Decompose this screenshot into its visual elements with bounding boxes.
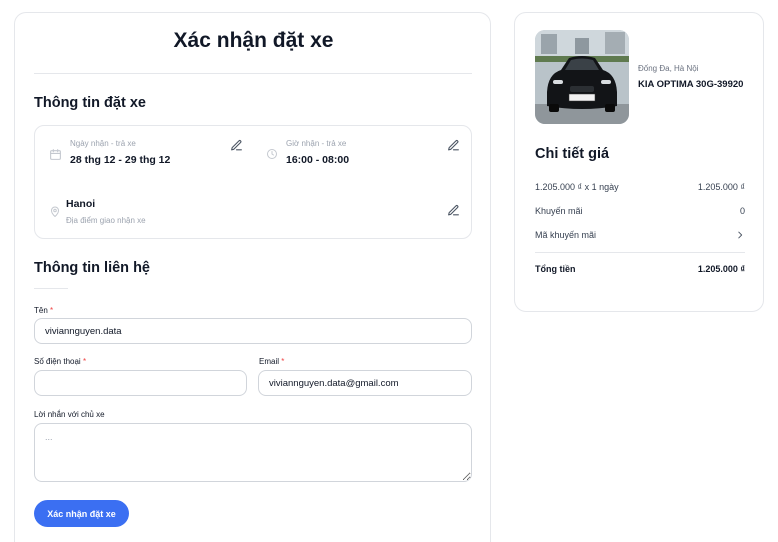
total-value: 1.205.000 ₫ — [697, 264, 745, 274]
required-mark: * — [281, 357, 285, 366]
calendar-icon — [48, 147, 62, 161]
booking-details-box: Ngày nhận - trả xe 28 thg 12 - 29 thg 12… — [34, 125, 472, 239]
delivery-location-field: Hanoi Địa điểm giao nhận xe — [66, 198, 146, 225]
required-mark: * — [82, 357, 87, 366]
price-divider — [535, 252, 745, 253]
price-summary-card: Đống Đa, Hà Nội KIA OPTIMA 30G-39920 Chi… — [514, 12, 764, 312]
email-label: Email * — [259, 357, 285, 366]
price-row-daily: 1.205.000 ₫ x 1 ngày 1.205.000 ₫ — [535, 182, 745, 192]
location-pin-icon — [48, 204, 62, 218]
booking-section-title: Thông tin đặt xe — [34, 95, 146, 111]
confirm-booking-button[interactable]: Xác nhận đặt xe — [34, 500, 129, 527]
car-location: Đống Đa, Hà Nội — [638, 64, 699, 73]
promo-code-row[interactable]: Mã khuyến mãi — [535, 230, 745, 240]
chevron-right-icon — [735, 230, 745, 240]
booking-confirmation-card: Xác nhận đặt xe Thông tin đặt xe Ngày nh… — [14, 12, 491, 542]
pickup-time-label: Giờ nhận - trả xe — [286, 139, 347, 148]
promo-code-label: Mã khuyến mãi — [535, 230, 597, 240]
car-name: KIA OPTIMA 30G-39920 — [638, 79, 744, 90]
message-textarea[interactable] — [34, 423, 472, 482]
price-row-discount: Khuyến mãi 0 — [535, 206, 745, 216]
delivery-location-value: Hanoi — [66, 198, 96, 210]
pickup-date-value: 28 thg 12 - 29 thg 12 — [70, 154, 171, 166]
phone-label: Số điện thoại * — [34, 357, 87, 366]
price-details-title: Chi tiết giá — [535, 146, 610, 162]
title-divider — [34, 73, 472, 74]
name-input[interactable] — [34, 318, 472, 344]
discount-value: 0 — [739, 206, 745, 216]
daily-rate-label: 1.205.000 ₫ x 1 ngày — [535, 182, 619, 192]
price-row-total: Tổng tiền 1.205.000 ₫ — [535, 264, 745, 274]
edit-date-icon[interactable] — [228, 137, 244, 153]
phone-input[interactable] — [34, 370, 247, 396]
message-label: Lời nhắn với chủ xe — [34, 410, 105, 419]
name-label: Tên * — [34, 306, 54, 315]
clock-icon — [265, 147, 279, 161]
page-title: Xác nhận đặt xe — [173, 29, 334, 52]
delivery-location-label: Địa điểm giao nhận xe — [66, 216, 146, 225]
discount-label: Khuyến mãi — [535, 206, 583, 216]
required-mark: * — [50, 306, 54, 315]
pickup-time-field: Giờ nhận - trả xe 16:00 - 08:00 — [286, 139, 349, 166]
email-input[interactable] — [258, 370, 472, 396]
contact-section-title: Thông tin liên hệ — [34, 260, 150, 276]
edit-time-icon[interactable] — [445, 137, 461, 153]
contact-section-rule — [34, 288, 68, 289]
pickup-time-value: 16:00 - 08:00 — [286, 154, 350, 166]
pickup-date-field: Ngày nhận - trả xe 28 thg 12 - 29 thg 12 — [70, 139, 170, 166]
daily-rate-value: 1.205.000 ₫ — [697, 182, 745, 192]
pickup-date-label: Ngày nhận - trả xe — [70, 139, 136, 148]
edit-location-icon[interactable] — [445, 202, 461, 218]
car-photo — [535, 30, 629, 124]
total-label: Tổng tiền — [535, 264, 576, 274]
